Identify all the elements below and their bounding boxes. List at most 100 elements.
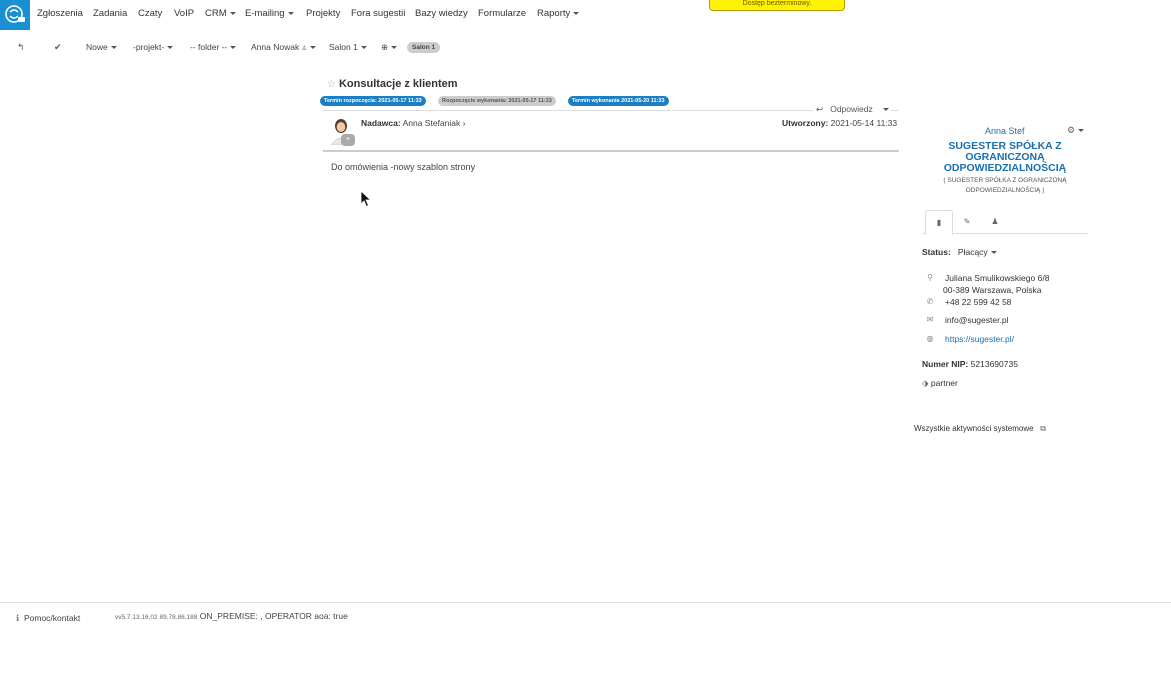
external-link-icon: ⧉	[1040, 424, 1046, 433]
address-line1: Juliana Smulikowskiego 6/8	[945, 273, 1050, 283]
plus-circle-icon: ⊕	[381, 42, 389, 52]
chevron-down-icon	[110, 46, 117, 50]
address-line2: 00-389 Warszawa, Polska	[943, 285, 1042, 295]
tab-edit[interactable]: ✎	[953, 210, 981, 234]
logo[interactable]	[0, 0, 30, 30]
mouse-cursor-icon	[360, 190, 372, 208]
logo-icon	[5, 5, 25, 23]
sender: Nadawca: Anna Stefaniak ›	[361, 118, 465, 128]
footer-divider	[0, 602, 1171, 603]
version-number: vv5.7.13.16.02 89.78.86.188	[115, 614, 198, 621]
project-dropdown[interactable]: -projekt-	[133, 42, 174, 52]
reply-label: Odpowiedz	[830, 104, 873, 114]
status-value: Płacący	[957, 247, 988, 257]
info-icon: ℹ	[16, 613, 20, 623]
status-row: Status: Płacący	[922, 247, 997, 257]
chevron-down-icon	[360, 46, 367, 50]
chevron-down-icon[interactable]	[882, 108, 889, 112]
gear-dropdown[interactable]: ⚙	[1067, 125, 1085, 136]
map-marker-icon: ⚲	[927, 273, 933, 282]
nav-item-formularze[interactable]: Formularze	[478, 8, 526, 19]
activities-link[interactable]: Wszystkie aktywności systemowe ⧉	[914, 424, 1046, 434]
nav-item-crm[interactable]: CRM	[205, 8, 236, 19]
status-dropdown-label: Nowe	[86, 42, 108, 52]
version-extra: ON_PREMISE: , OPERATOR aoa: true	[199, 611, 348, 621]
tab-person[interactable]: ♟	[981, 210, 1009, 234]
nav-item-fora-sugestii[interactable]: Fora sugestii	[351, 8, 405, 19]
license-banner: Dostęp bezterminowy.	[709, 0, 845, 11]
divider	[891, 110, 899, 111]
chevron-down-icon	[990, 251, 997, 255]
avatar-plus-icon[interactable]: +	[341, 134, 355, 146]
salon-dropdown-label: Salon 1	[329, 42, 358, 52]
globe-icon: ◍	[926, 334, 934, 343]
nav-item-zgloszenia[interactable]: Zgłoszenia	[37, 8, 83, 19]
gear-icon: ⚙	[1067, 125, 1076, 135]
tag-row: ⬗ partner	[922, 378, 958, 389]
salon-dropdown[interactable]: Salon 1	[329, 42, 367, 52]
nav-item-emailing-label: E-mailing	[245, 8, 285, 19]
reply-icon: ↩	[816, 104, 824, 114]
help-link[interactable]: ℹ Pomoc/kontakt	[16, 613, 80, 624]
reply-button[interactable]: ↩ Odpowiedz	[816, 104, 889, 115]
nav-item-voip[interactable]: VoIP	[174, 8, 194, 19]
phone-icon: ✆	[926, 297, 934, 306]
folder-dropdown[interactable]: -- folder --	[190, 42, 237, 52]
user-dropdown[interactable]: Anna Nowak ♙	[251, 42, 316, 52]
back-icon[interactable]: ↰	[17, 42, 25, 53]
envelope-icon: ✉	[926, 315, 934, 324]
project-dropdown-label: -projekt-	[133, 42, 165, 52]
status-dropdown-contact[interactable]: Płacący	[958, 247, 997, 257]
nav-item-raporty-label: Raporty	[537, 8, 571, 19]
message-divider	[323, 150, 899, 152]
divider	[323, 110, 813, 111]
chevron-down-icon	[230, 46, 237, 50]
chevron-right-icon[interactable]: ›	[463, 118, 466, 128]
contact-tabs: ▮ ✎ ♟	[922, 210, 1088, 235]
nav-item-bazy-wiedzy[interactable]: Bazy wiedzy	[415, 8, 468, 19]
help-label: Pomoc/kontakt	[23, 613, 81, 623]
ticket-title-text: Konsultacje z klientem	[338, 78, 458, 90]
folder-dropdown-label: -- folder --	[190, 42, 228, 52]
badge-deadline: Termin wykonania 2021-05-20 11:33	[568, 96, 669, 106]
salon-pill: Salon 1	[407, 42, 441, 53]
company-subtitle: ( SUGESTER SPÓŁKA Z OGRANICZONĄ ODPOWIED…	[943, 177, 1067, 194]
nav-item-emailing[interactable]: E-mailing	[245, 8, 294, 19]
nav-item-zadania[interactable]: Zadania	[93, 8, 127, 19]
activities-label: Wszystkie aktywności systemowe	[914, 424, 1034, 433]
nav-item-projekty[interactable]: Projekty	[306, 8, 340, 19]
version-info: vv5.7.13.16.02 89.78.86.188 ON_PREMISE: …	[115, 611, 348, 621]
message-body: Do omówienia -nowy szablon strony	[331, 162, 476, 172]
created-value: 2021-05-14 11:33	[830, 118, 898, 128]
contact-user[interactable]: Anna Stef	[985, 126, 1025, 136]
nip-value: 5213690735	[970, 359, 1018, 369]
nav-item-czaty[interactable]: Czaty	[138, 8, 162, 19]
sender-name[interactable]: Anna Stefaniak	[403, 118, 461, 128]
chevron-down-icon	[287, 11, 294, 15]
nav-item-raporty[interactable]: Raporty	[537, 8, 580, 19]
nip-label: Numer NIP:	[922, 359, 969, 369]
nip-row: Numer NIP: 5213690735	[922, 359, 1018, 369]
chevron-down-icon	[1078, 129, 1085, 133]
website-link[interactable]: https://sugester.pl/	[945, 334, 1014, 344]
chevron-down-icon	[391, 46, 398, 50]
chevron-down-icon	[229, 11, 236, 15]
phone[interactable]: +48 22 599 42 58	[945, 297, 1011, 307]
email[interactable]: info@sugester.pl	[945, 315, 1008, 325]
created: Utworzony: 2021-05-14 11:33	[782, 118, 897, 128]
edit-icon: ✎	[963, 217, 971, 226]
created-label: Utworzony:	[782, 118, 829, 128]
status-dropdown[interactable]: Nowe	[86, 42, 117, 52]
user-dropdown-label: Anna Nowak	[251, 42, 300, 52]
status-label: Status:	[922, 247, 951, 257]
company-name[interactable]: SUGESTER SPÓŁKA Z OGRANICZONĄ ODPOWIEDZI…	[930, 141, 1080, 174]
add-dropdown[interactable]: ⊕	[381, 42, 398, 53]
sender-label: Nadawca:	[361, 118, 401, 128]
building-icon: ▮	[936, 218, 942, 227]
check-icon[interactable]: ✔	[54, 42, 62, 53]
chevron-down-icon	[309, 46, 316, 50]
star-icon[interactable]: ☆	[327, 79, 336, 90]
user-icon: ♙	[301, 46, 307, 52]
tab-details[interactable]: ▮	[925, 210, 953, 235]
tag-partner[interactable]: partner	[931, 378, 958, 388]
